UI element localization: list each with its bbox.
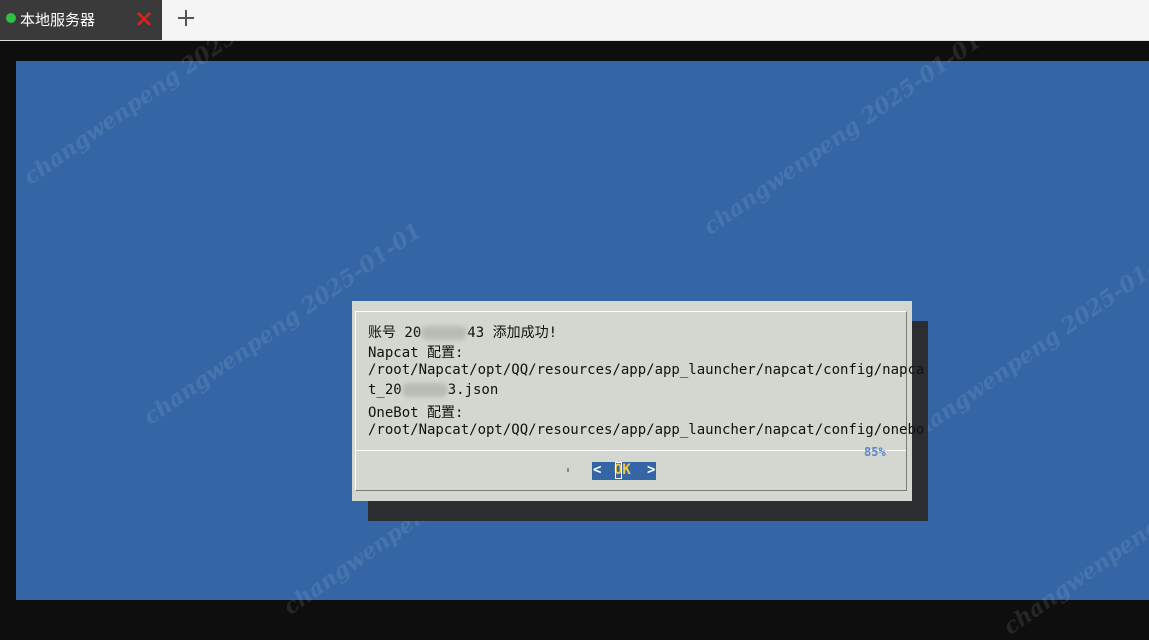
watermark: changwenpeng 2025-01-01 — [898, 237, 1149, 451]
msgbox-dialog: 账号 20 43 添加成功! Napcat 配置: /root/Napcat/op… — [352, 301, 924, 501]
redacted-text — [421, 326, 468, 340]
watermark: changwenpeng 2025-01-01 — [698, 27, 987, 241]
watermark: changwenpeng 2025-01-01 — [998, 428, 1149, 640]
account-line: 账号 20 43 添加成功! — [368, 325, 558, 341]
napcat-config-path: /root/Napcat/opt/QQ/resources/app/app_la… — [368, 362, 925, 378]
scroll-indicator — [567, 468, 569, 472]
ok-button[interactable]: < OK > — [592, 462, 656, 480]
close-icon[interactable] — [134, 9, 154, 29]
scroll-percent: 85% — [864, 445, 886, 459]
dialog-separator — [356, 450, 906, 451]
connection-status-icon — [6, 13, 16, 23]
ok-right-bracket: > — [647, 462, 656, 478]
redacted-text — [401, 383, 448, 397]
napcat-config-label: Napcat 配置: — [368, 345, 464, 361]
tab-title: 本地服务器 — [20, 11, 96, 29]
tab-bar: 本地服务器 — [0, 0, 1149, 41]
onebot-config-label: OneBot 配置: — [368, 405, 464, 421]
tab-local-server[interactable]: 本地服务器 — [0, 0, 162, 40]
ok-left-bracket: < — [593, 462, 602, 478]
napcat-config-file: t_20 3.json — [368, 382, 499, 398]
onebot-config-path: /root/Napcat/opt/QQ/resources/app/app_la… — [368, 422, 925, 438]
plus-icon[interactable] — [174, 6, 198, 30]
text-cursor — [615, 462, 622, 479]
